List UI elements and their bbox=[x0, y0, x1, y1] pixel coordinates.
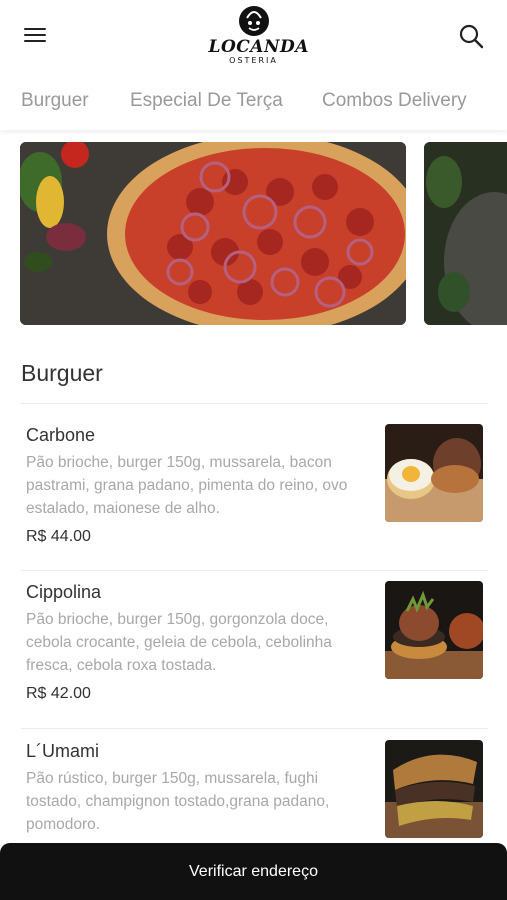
item-description: Pão brioche, burger 150g, mussarela, bac… bbox=[26, 454, 348, 517]
banner-next-image[interactable] bbox=[424, 142, 507, 325]
tab-burguer[interactable]: Burguer bbox=[21, 90, 89, 112]
tab-combos-delivery[interactable]: Combos Delivery bbox=[322, 90, 467, 112]
banner-pizza-image[interactable] bbox=[20, 142, 406, 325]
item-name: Cippolina bbox=[26, 582, 102, 602]
item-image[interactable] bbox=[385, 581, 483, 679]
locanda-logo[interactable]: LOCANDA OSTERIA bbox=[208, 4, 309, 70]
section-title: Burguer bbox=[21, 360, 103, 386]
category-tabs: Burguer Especial De Terça Combos Deliver… bbox=[0, 76, 507, 130]
item-price: R$ 42.00 bbox=[26, 685, 91, 702]
menu-item-card[interactable]: Carbone Pão brioche, burger 150g, mussar… bbox=[0, 403, 507, 561]
item-description: Pão rústico, burger 150g, mussarela, fug… bbox=[26, 770, 330, 833]
menu-item-card[interactable]: Cippolina Pão brioche, burger 150g, gorg… bbox=[0, 560, 507, 718]
banner-carousel[interactable] bbox=[0, 142, 507, 326]
item-image[interactable] bbox=[385, 740, 483, 838]
verify-address-button[interactable]: Verificar endereço bbox=[0, 843, 507, 900]
item-description: Pão brioche, burger 150g, gorgonzola doc… bbox=[26, 611, 332, 674]
item-price: R$ 44.00 bbox=[26, 528, 91, 545]
search-icon[interactable] bbox=[457, 22, 485, 50]
item-name: L´Umami bbox=[26, 741, 100, 761]
logo-name: LOCANDA bbox=[208, 37, 309, 57]
item-name: Carbone bbox=[26, 425, 96, 445]
tab-especial-de-terca[interactable]: Especial De Terça bbox=[130, 90, 283, 112]
logo-subtitle: OSTERIA bbox=[229, 56, 278, 65]
hamburger-menu-icon[interactable] bbox=[22, 24, 48, 48]
app-header: LOCANDA OSTERIA bbox=[0, 0, 507, 76]
item-image[interactable] bbox=[385, 424, 483, 522]
locanda-chef-mark-icon bbox=[238, 6, 269, 36]
